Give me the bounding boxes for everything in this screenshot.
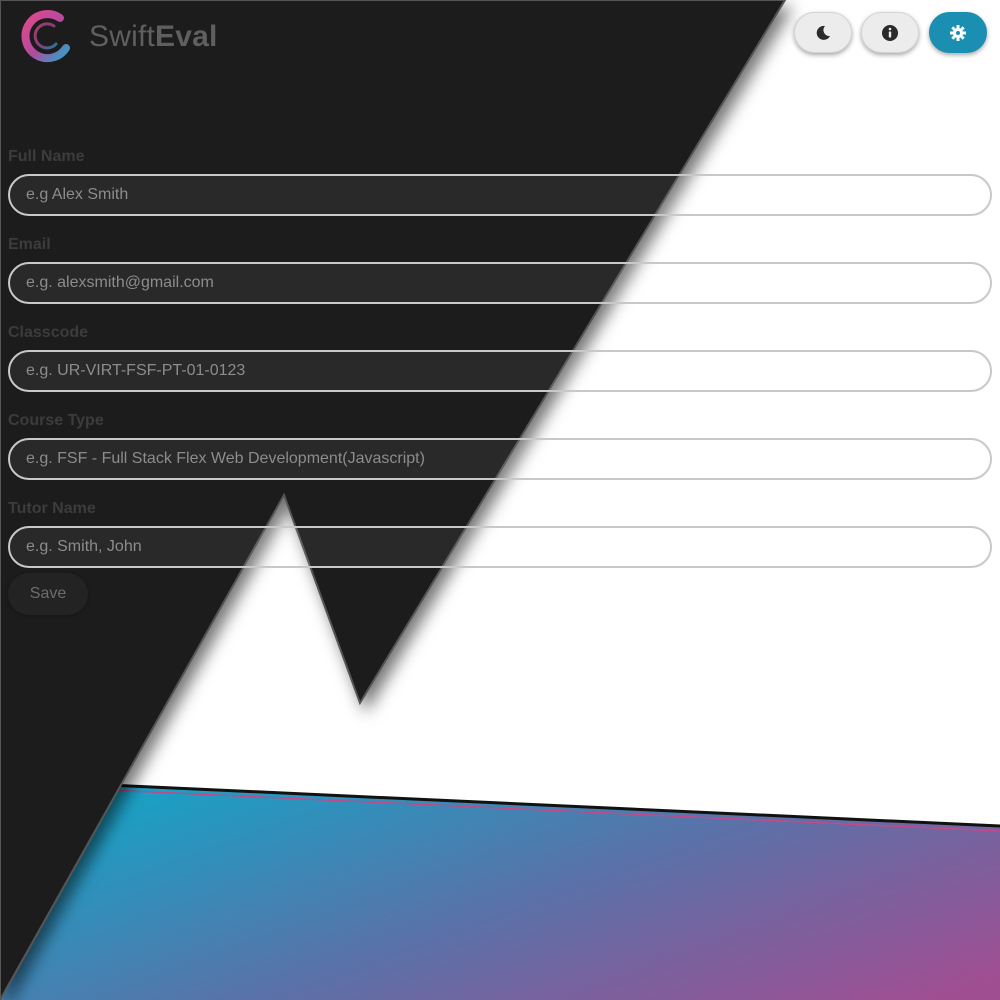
theme-toggle-button[interactable] xyxy=(794,12,852,53)
gradient-wedge xyxy=(0,780,1000,1000)
brand-name: SwiftEval xyxy=(89,20,218,54)
field-classcode: Classcode xyxy=(8,316,992,402)
email-label: Email xyxy=(8,236,51,253)
full-name-input[interactable] xyxy=(8,174,992,216)
brand-name-light: Swift xyxy=(89,20,156,53)
settings-button[interactable] xyxy=(929,12,987,53)
brand-name-bold: Eval xyxy=(155,20,218,53)
info-button[interactable] xyxy=(861,12,919,53)
save-button[interactable]: Save xyxy=(8,573,88,615)
classcode-input[interactable] xyxy=(8,350,992,392)
gear-icon xyxy=(950,24,966,41)
field-tutor-name: Tutor Name xyxy=(8,492,992,578)
course-type-input[interactable] xyxy=(8,438,992,480)
email-input[interactable] xyxy=(8,262,992,304)
field-full-name: Full Name xyxy=(8,140,992,226)
info-icon xyxy=(882,24,898,41)
header: SwiftEval xyxy=(0,0,1000,80)
full-name-label: Full Name xyxy=(8,148,85,165)
swifteval-logo-icon xyxy=(21,10,70,63)
field-course-type: Course Type xyxy=(8,404,992,490)
tutor-name-input[interactable] xyxy=(8,526,992,568)
student-form: Full Name Email Classcode Course Type Tu… xyxy=(8,140,992,578)
classcode-label: Classcode xyxy=(8,324,89,341)
moon-icon xyxy=(816,25,830,40)
course-type-label: Course Type xyxy=(8,412,104,429)
tutor-name-label: Tutor Name xyxy=(8,500,96,517)
field-email: Email xyxy=(8,228,992,314)
